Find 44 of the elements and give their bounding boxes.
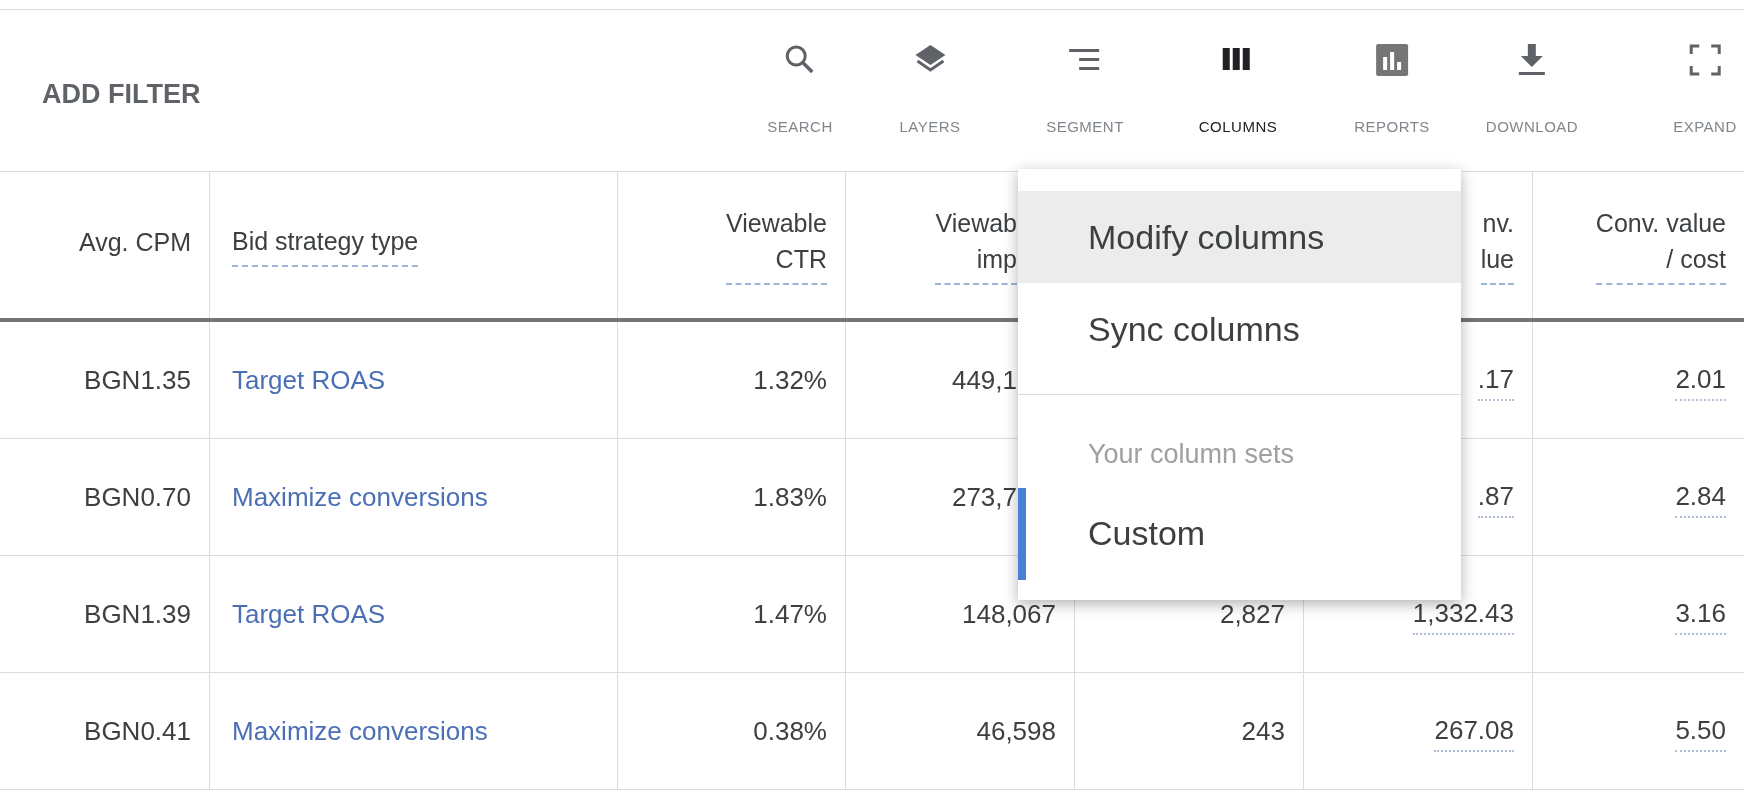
column-header[interactable]: Conv. value / cost bbox=[1595, 205, 1726, 285]
table-cell: 5.50 bbox=[1675, 710, 1726, 752]
toolbar-button[interactable]: REPORTS bbox=[1350, 38, 1434, 143]
add-filter-button[interactable]: ADD FILTER bbox=[42, 74, 201, 115]
table-cell-text: BGN1.35 bbox=[84, 363, 191, 397]
table-cell-text: 2,827 bbox=[1219, 597, 1285, 631]
table-cell-text: 1.83% bbox=[753, 480, 827, 514]
menu-item[interactable]: Sync columns bbox=[1018, 283, 1461, 375]
expand-icon bbox=[1687, 42, 1723, 78]
table-cell-text: 1.47% bbox=[753, 597, 827, 631]
table-cell-text: BGN0.70 bbox=[84, 480, 191, 514]
table-cell: .87 bbox=[1477, 476, 1514, 518]
toolbar-button[interactable]: EXPAND bbox=[1669, 38, 1741, 143]
table-cell: 2.84 bbox=[1675, 476, 1726, 518]
bid-strategy-link[interactable]: Maximize conversions bbox=[232, 711, 488, 751]
toolbar-button[interactable]: SEARCH bbox=[763, 38, 837, 143]
table-cell: 267.08 bbox=[1434, 710, 1514, 752]
bid-strategy-link[interactable]: Maximize conversions bbox=[232, 477, 488, 517]
menu-subheader: Your column sets bbox=[1088, 437, 1295, 471]
table-cell-text: 243 bbox=[1241, 714, 1285, 748]
table-cell-text: 273,7 bbox=[951, 480, 1017, 514]
toolbar-button[interactable]: LAYERS bbox=[895, 38, 965, 143]
column-header[interactable]: nv. lue bbox=[1480, 205, 1514, 285]
table-cell-text: 0.38% bbox=[753, 714, 827, 748]
table-cell-text: 449,1 bbox=[951, 363, 1017, 397]
toolbar-button[interactable]: SEGMENT bbox=[1042, 38, 1128, 143]
bid-strategy-link[interactable]: Target ROAS bbox=[232, 360, 386, 400]
menu-item[interactable]: Custom bbox=[1018, 487, 1461, 579]
table-cell-text: BGN1.39 bbox=[84, 597, 191, 631]
toolbar-button[interactable]: COLUMNS bbox=[1194, 38, 1282, 143]
toolbar-button[interactable]: DOWNLOAD bbox=[1481, 38, 1583, 143]
column-header[interactable]: Bid strategy type bbox=[232, 223, 419, 267]
column-header[interactable]: Avg. CPM bbox=[78, 224, 191, 266]
table-cell-text: 148,067 bbox=[962, 597, 1056, 631]
table-cell-text: 1.32% bbox=[753, 363, 827, 397]
bar-chart-icon bbox=[1374, 42, 1410, 78]
table-cell: 2.01 bbox=[1675, 359, 1726, 401]
table-cell-text: BGN0.41 bbox=[84, 714, 191, 748]
table-cell-text: 46,598 bbox=[976, 714, 1056, 748]
table-cell: 3.16 bbox=[1675, 593, 1726, 635]
column-header[interactable]: Viewable CTR bbox=[726, 205, 827, 285]
bid-strategy-link[interactable]: Target ROAS bbox=[232, 594, 386, 634]
menu-item[interactable]: Modify columns bbox=[1018, 191, 1461, 283]
table-cell: .17 bbox=[1477, 359, 1514, 401]
